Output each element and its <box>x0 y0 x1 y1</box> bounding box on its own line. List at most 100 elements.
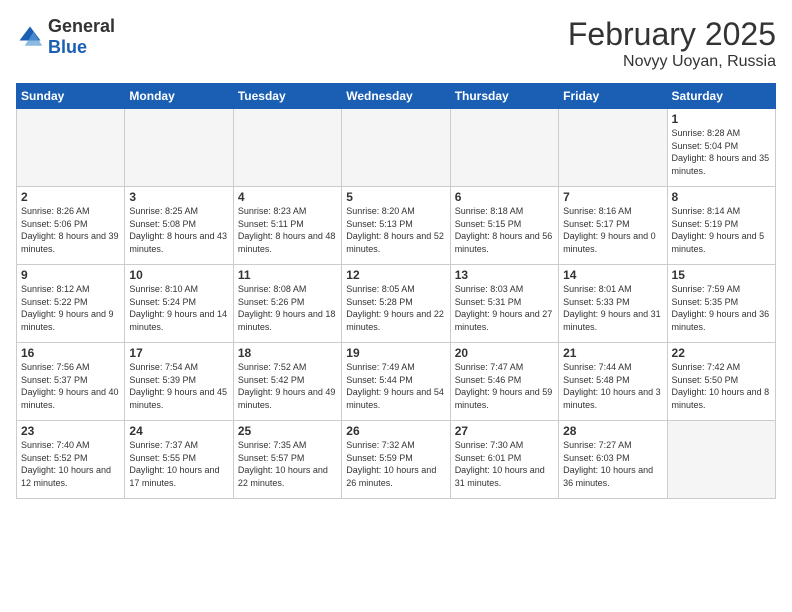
table-row: 15Sunrise: 7:59 AM Sunset: 5:35 PM Dayli… <box>667 265 775 343</box>
day-info: Sunrise: 8:18 AM Sunset: 5:15 PM Dayligh… <box>455 205 554 255</box>
day-info: Sunrise: 8:23 AM Sunset: 5:11 PM Dayligh… <box>238 205 337 255</box>
day-info: Sunrise: 8:10 AM Sunset: 5:24 PM Dayligh… <box>129 283 228 333</box>
logo-blue-text: Blue <box>48 37 87 57</box>
table-row <box>125 109 233 187</box>
day-number: 9 <box>21 268 120 282</box>
day-number: 23 <box>21 424 120 438</box>
table-row: 12Sunrise: 8:05 AM Sunset: 5:28 PM Dayli… <box>342 265 450 343</box>
day-number: 22 <box>672 346 771 360</box>
calendar-week-row: 16Sunrise: 7:56 AM Sunset: 5:37 PM Dayli… <box>17 343 776 421</box>
day-number: 4 <box>238 190 337 204</box>
day-info: Sunrise: 8:01 AM Sunset: 5:33 PM Dayligh… <box>563 283 662 333</box>
page-header: General Blue February 2025 Novyy Uoyan, … <box>16 16 776 71</box>
table-row: 4Sunrise: 8:23 AM Sunset: 5:11 PM Daylig… <box>233 187 341 265</box>
table-row: 3Sunrise: 8:25 AM Sunset: 5:08 PM Daylig… <box>125 187 233 265</box>
day-info: Sunrise: 8:08 AM Sunset: 5:26 PM Dayligh… <box>238 283 337 333</box>
table-row: 28Sunrise: 7:27 AM Sunset: 6:03 PM Dayli… <box>559 421 667 499</box>
table-row: 18Sunrise: 7:52 AM Sunset: 5:42 PM Dayli… <box>233 343 341 421</box>
day-info: Sunrise: 8:26 AM Sunset: 5:06 PM Dayligh… <box>21 205 120 255</box>
table-row: 6Sunrise: 8:18 AM Sunset: 5:15 PM Daylig… <box>450 187 558 265</box>
logo-icon <box>16 23 44 51</box>
calendar-table: Sunday Monday Tuesday Wednesday Thursday… <box>16 83 776 499</box>
day-number: 3 <box>129 190 228 204</box>
location-subtitle: Novyy Uoyan, Russia <box>568 53 776 71</box>
day-number: 7 <box>563 190 662 204</box>
col-friday: Friday <box>559 84 667 109</box>
table-row: 13Sunrise: 8:03 AM Sunset: 5:31 PM Dayli… <box>450 265 558 343</box>
day-info: Sunrise: 7:32 AM Sunset: 5:59 PM Dayligh… <box>346 439 445 489</box>
month-year-title: February 2025 <box>568 16 776 53</box>
table-row: 22Sunrise: 7:42 AM Sunset: 5:50 PM Dayli… <box>667 343 775 421</box>
day-info: Sunrise: 7:56 AM Sunset: 5:37 PM Dayligh… <box>21 361 120 411</box>
calendar-week-row: 2Sunrise: 8:26 AM Sunset: 5:06 PM Daylig… <box>17 187 776 265</box>
table-row: 2Sunrise: 8:26 AM Sunset: 5:06 PM Daylig… <box>17 187 125 265</box>
day-number: 24 <box>129 424 228 438</box>
col-thursday: Thursday <box>450 84 558 109</box>
day-info: Sunrise: 7:42 AM Sunset: 5:50 PM Dayligh… <box>672 361 771 411</box>
title-block: February 2025 Novyy Uoyan, Russia <box>568 16 776 71</box>
day-info: Sunrise: 7:30 AM Sunset: 6:01 PM Dayligh… <box>455 439 554 489</box>
day-number: 8 <box>672 190 771 204</box>
day-number: 2 <box>21 190 120 204</box>
day-info: Sunrise: 7:54 AM Sunset: 5:39 PM Dayligh… <box>129 361 228 411</box>
day-number: 25 <box>238 424 337 438</box>
day-info: Sunrise: 8:12 AM Sunset: 5:22 PM Dayligh… <box>21 283 120 333</box>
day-info: Sunrise: 7:44 AM Sunset: 5:48 PM Dayligh… <box>563 361 662 411</box>
day-number: 28 <box>563 424 662 438</box>
day-number: 5 <box>346 190 445 204</box>
day-info: Sunrise: 8:25 AM Sunset: 5:08 PM Dayligh… <box>129 205 228 255</box>
table-row <box>342 109 450 187</box>
table-row: 23Sunrise: 7:40 AM Sunset: 5:52 PM Dayli… <box>17 421 125 499</box>
day-number: 21 <box>563 346 662 360</box>
day-number: 27 <box>455 424 554 438</box>
table-row <box>450 109 558 187</box>
day-info: Sunrise: 8:14 AM Sunset: 5:19 PM Dayligh… <box>672 205 771 255</box>
day-info: Sunrise: 8:28 AM Sunset: 5:04 PM Dayligh… <box>672 127 771 177</box>
day-info: Sunrise: 7:47 AM Sunset: 5:46 PM Dayligh… <box>455 361 554 411</box>
day-number: 11 <box>238 268 337 282</box>
day-info: Sunrise: 7:40 AM Sunset: 5:52 PM Dayligh… <box>21 439 120 489</box>
table-row: 1Sunrise: 8:28 AM Sunset: 5:04 PM Daylig… <box>667 109 775 187</box>
table-row: 21Sunrise: 7:44 AM Sunset: 5:48 PM Dayli… <box>559 343 667 421</box>
day-number: 20 <box>455 346 554 360</box>
col-wednesday: Wednesday <box>342 84 450 109</box>
table-row: 19Sunrise: 7:49 AM Sunset: 5:44 PM Dayli… <box>342 343 450 421</box>
day-number: 26 <box>346 424 445 438</box>
day-info: Sunrise: 7:37 AM Sunset: 5:55 PM Dayligh… <box>129 439 228 489</box>
day-number: 15 <box>672 268 771 282</box>
day-number: 6 <box>455 190 554 204</box>
table-row: 24Sunrise: 7:37 AM Sunset: 5:55 PM Dayli… <box>125 421 233 499</box>
table-row: 20Sunrise: 7:47 AM Sunset: 5:46 PM Dayli… <box>450 343 558 421</box>
table-row: 27Sunrise: 7:30 AM Sunset: 6:01 PM Dayli… <box>450 421 558 499</box>
table-row: 16Sunrise: 7:56 AM Sunset: 5:37 PM Dayli… <box>17 343 125 421</box>
day-number: 12 <box>346 268 445 282</box>
logo: General Blue <box>16 16 115 58</box>
day-info: Sunrise: 7:59 AM Sunset: 5:35 PM Dayligh… <box>672 283 771 333</box>
table-row <box>17 109 125 187</box>
table-row: 14Sunrise: 8:01 AM Sunset: 5:33 PM Dayli… <box>559 265 667 343</box>
day-info: Sunrise: 7:35 AM Sunset: 5:57 PM Dayligh… <box>238 439 337 489</box>
calendar-week-row: 9Sunrise: 8:12 AM Sunset: 5:22 PM Daylig… <box>17 265 776 343</box>
col-sunday: Sunday <box>17 84 125 109</box>
day-info: Sunrise: 7:49 AM Sunset: 5:44 PM Dayligh… <box>346 361 445 411</box>
day-number: 16 <box>21 346 120 360</box>
col-monday: Monday <box>125 84 233 109</box>
day-number: 10 <box>129 268 228 282</box>
day-number: 18 <box>238 346 337 360</box>
day-number: 17 <box>129 346 228 360</box>
table-row: 5Sunrise: 8:20 AM Sunset: 5:13 PM Daylig… <box>342 187 450 265</box>
table-row: 17Sunrise: 7:54 AM Sunset: 5:39 PM Dayli… <box>125 343 233 421</box>
logo-general-text: General <box>48 16 115 36</box>
day-info: Sunrise: 7:52 AM Sunset: 5:42 PM Dayligh… <box>238 361 337 411</box>
table-row: 8Sunrise: 8:14 AM Sunset: 5:19 PM Daylig… <box>667 187 775 265</box>
day-info: Sunrise: 8:20 AM Sunset: 5:13 PM Dayligh… <box>346 205 445 255</box>
day-number: 13 <box>455 268 554 282</box>
calendar-week-row: 23Sunrise: 7:40 AM Sunset: 5:52 PM Dayli… <box>17 421 776 499</box>
day-info: Sunrise: 7:27 AM Sunset: 6:03 PM Dayligh… <box>563 439 662 489</box>
table-row <box>667 421 775 499</box>
day-info: Sunrise: 8:16 AM Sunset: 5:17 PM Dayligh… <box>563 205 662 255</box>
table-row: 9Sunrise: 8:12 AM Sunset: 5:22 PM Daylig… <box>17 265 125 343</box>
day-number: 19 <box>346 346 445 360</box>
table-row: 10Sunrise: 8:10 AM Sunset: 5:24 PM Dayli… <box>125 265 233 343</box>
table-row: 25Sunrise: 7:35 AM Sunset: 5:57 PM Dayli… <box>233 421 341 499</box>
